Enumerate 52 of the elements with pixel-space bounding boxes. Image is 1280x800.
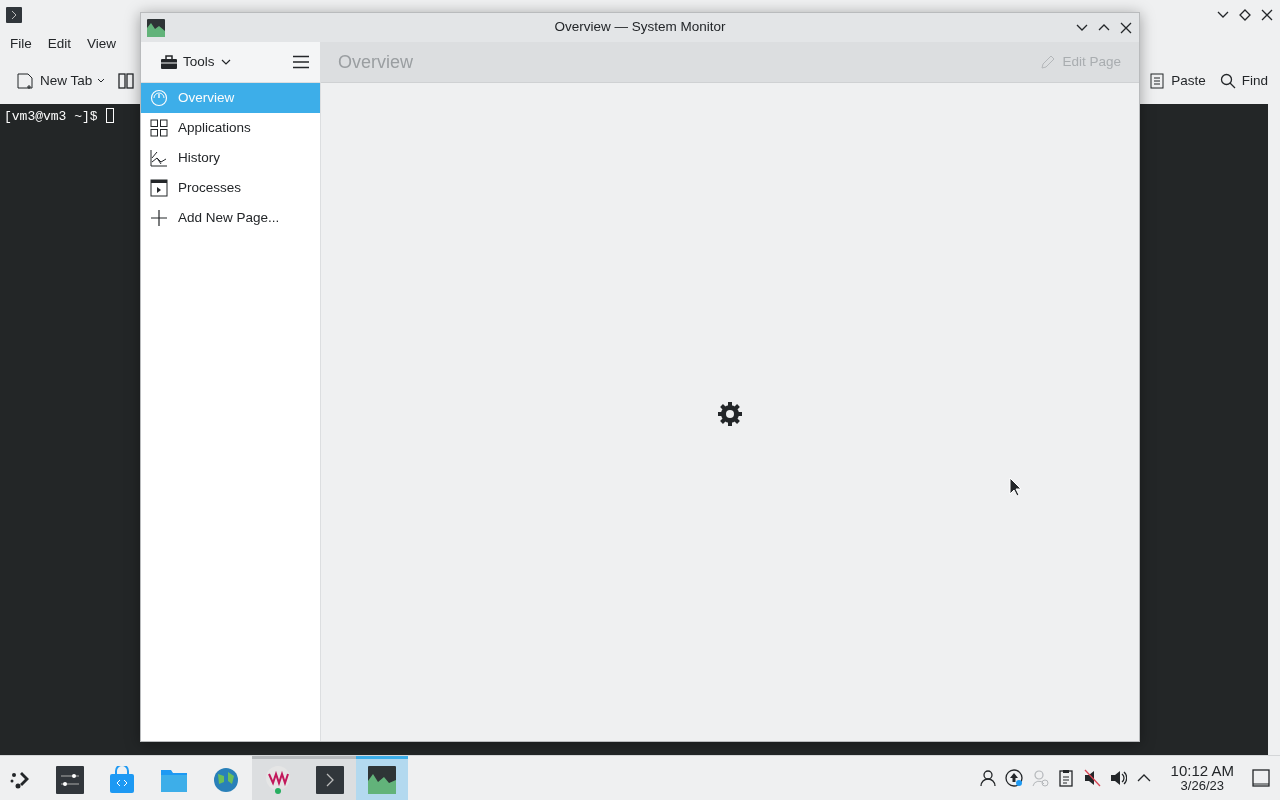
chart-app-icon bbox=[368, 765, 396, 794]
close-icon[interactable] bbox=[1260, 8, 1274, 22]
grid-icon bbox=[150, 119, 168, 137]
pencil-icon bbox=[1040, 54, 1057, 70]
sliders-icon bbox=[56, 765, 84, 794]
gear-icon bbox=[716, 400, 744, 428]
toolbox-icon bbox=[161, 55, 177, 69]
show-desktop-icon[interactable] bbox=[1252, 769, 1270, 787]
text-cursor bbox=[105, 108, 114, 123]
clock-time: 10:12 AM bbox=[1170, 763, 1234, 780]
clock-date: 3/26/23 bbox=[1180, 779, 1224, 793]
window-title: Overview — System Monitor bbox=[553, 18, 727, 37]
split-view-icon[interactable] bbox=[118, 73, 135, 89]
close-icon[interactable] bbox=[1119, 20, 1133, 35]
menu-icon[interactable] bbox=[292, 55, 310, 69]
toolbar-button[interactable]: New Tab bbox=[10, 66, 111, 96]
terminal-icon bbox=[6, 7, 22, 23]
menu-item[interactable]: Edit bbox=[41, 31, 78, 57]
toolbar-button[interactable]: Find bbox=[1219, 66, 1274, 96]
update-icon[interactable] bbox=[1004, 769, 1023, 787]
terminal-prompt: [vm3@vm3 ~]$ bbox=[4, 108, 98, 126]
plus-icon bbox=[150, 209, 168, 227]
taskbar-app[interactable] bbox=[304, 756, 356, 800]
gauge-icon bbox=[150, 89, 168, 107]
mouse-pointer-icon bbox=[1009, 477, 1022, 497]
globe-icon bbox=[212, 765, 240, 794]
sidebar-item[interactable]: History bbox=[141, 143, 320, 173]
shopping-bag-icon bbox=[108, 765, 136, 794]
vm-logo-icon bbox=[264, 765, 292, 794]
sidebar-item[interactable]: Processes bbox=[141, 173, 320, 203]
new-tab-icon bbox=[16, 72, 34, 90]
toolbar-button[interactable]: Paste bbox=[1143, 66, 1212, 96]
menu-item[interactable]: View bbox=[81, 31, 123, 57]
clipboard-icon bbox=[1149, 73, 1166, 89]
maximize-icon[interactable] bbox=[1238, 8, 1252, 22]
menu-item[interactable]: File bbox=[4, 31, 38, 57]
window-icon bbox=[150, 179, 168, 197]
taskbar-app[interactable] bbox=[356, 756, 408, 800]
page-title: Overview bbox=[338, 50, 413, 74]
caret-icon bbox=[220, 59, 231, 65]
speaker-icon[interactable] bbox=[1108, 769, 1127, 787]
muted-speaker-icon[interactable] bbox=[1082, 769, 1101, 787]
terminal-icon bbox=[316, 765, 344, 794]
user-icon[interactable] bbox=[978, 769, 997, 787]
sidebar-item[interactable]: Add New Page... bbox=[141, 203, 320, 233]
search-icon bbox=[1219, 73, 1236, 89]
caret-icon bbox=[98, 79, 105, 83]
clipboard-icon[interactable] bbox=[1056, 769, 1075, 787]
chart-icon bbox=[150, 149, 168, 167]
scrollbar[interactable] bbox=[1268, 104, 1280, 755]
sidebar-item[interactable]: Applications bbox=[141, 113, 320, 143]
app-icon bbox=[147, 18, 165, 37]
